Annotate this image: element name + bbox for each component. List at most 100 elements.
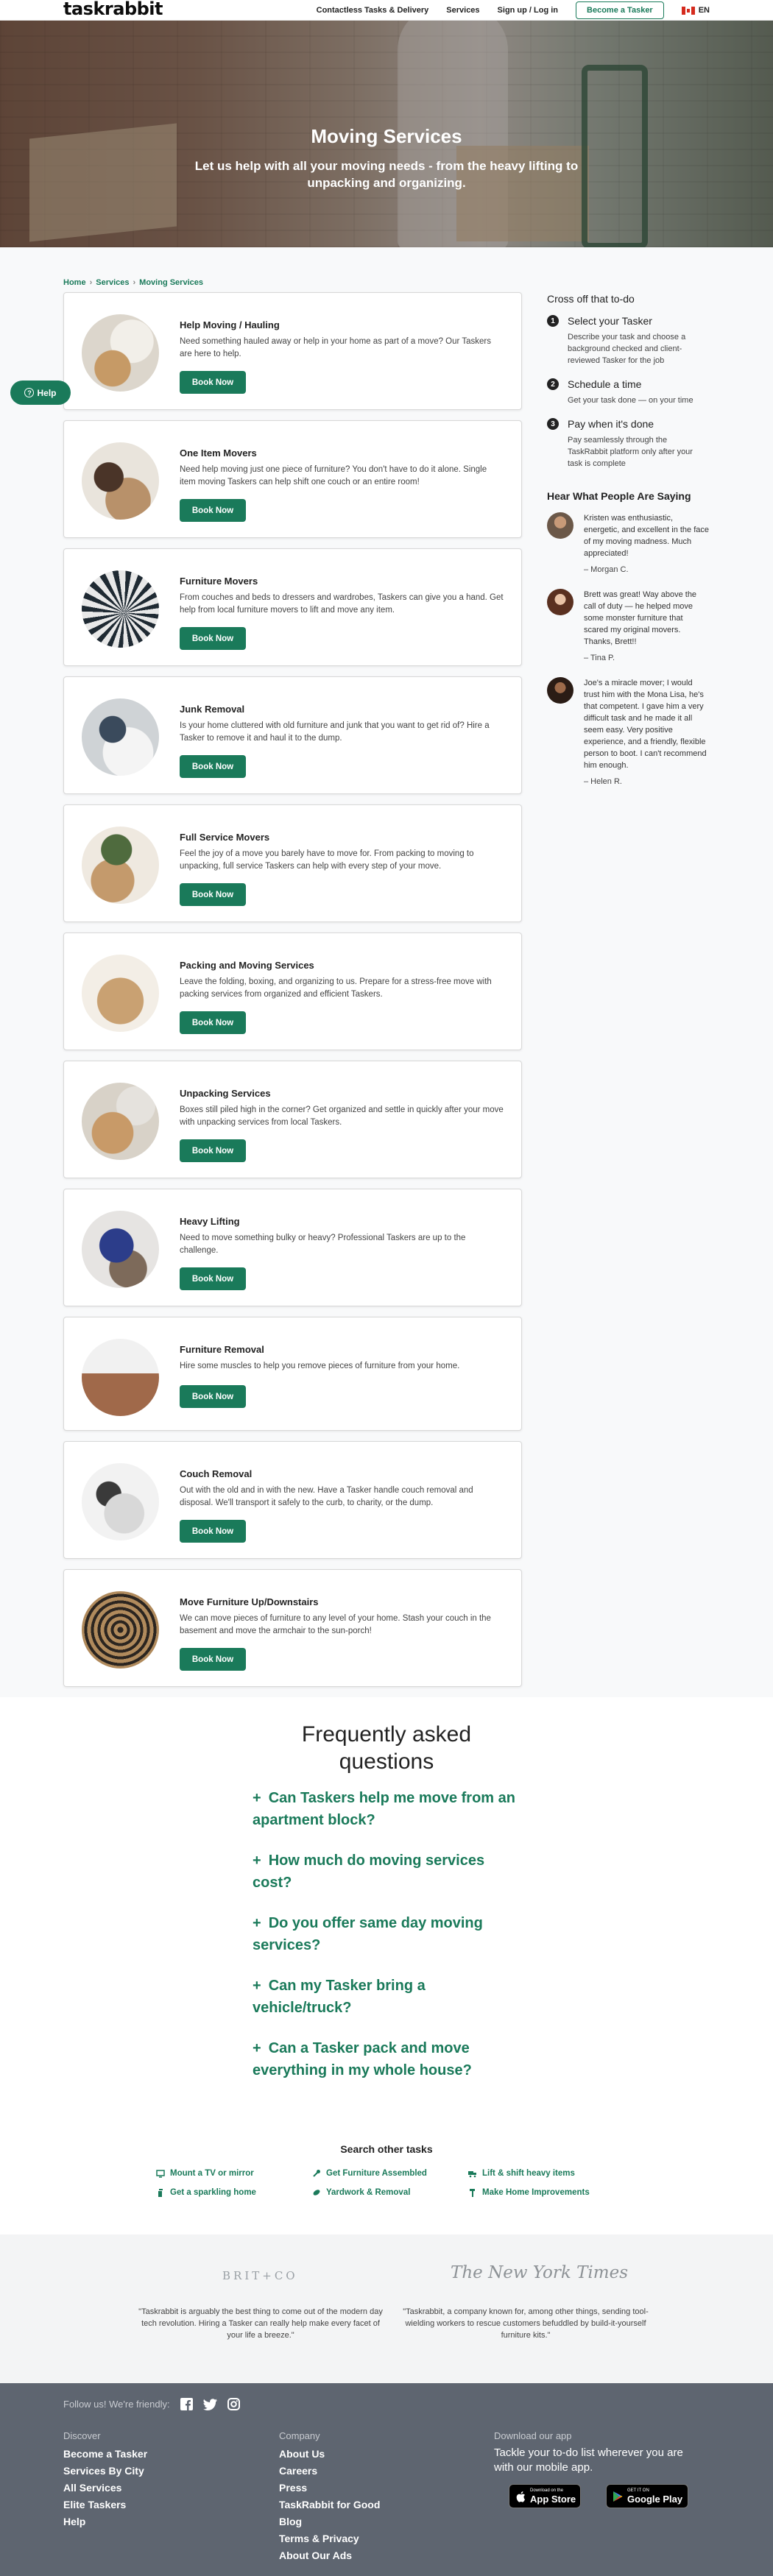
faq-item[interactable]: + How much do moving services cost?	[253, 1850, 518, 1894]
task-link-assembly[interactable]: Get Furniture Assembled	[312, 2169, 468, 2178]
footer-link[interactable]: About Us	[279, 2446, 380, 2463]
footer-company-title: Company	[279, 2430, 320, 2441]
footer-discover-title: Discover	[63, 2430, 101, 2441]
hero-subtitle: Let us help with all your moving needs -…	[194, 159, 579, 190]
service-description: Hire some muscles to help you remove pie…	[180, 1362, 460, 1370]
service-description: Boxes still piled high in the corner? Ge…	[180, 1105, 504, 1127]
wrench-icon	[313, 2170, 320, 2177]
footer-company: Company About Us Careers Press TaskRabbi…	[279, 2430, 380, 2564]
service-description: Feel the joy of a move you barely have t…	[180, 849, 474, 871]
faq-list: + Can Taskers help me move from an apartm…	[253, 1787, 518, 2100]
follow-label: Follow us! We're friendly:	[63, 2399, 170, 2410]
footer-discover: Discover Become a Tasker Services By Cit…	[63, 2430, 147, 2530]
service-image	[82, 955, 159, 1032]
avatar	[547, 512, 573, 539]
task-link-yard[interactable]: Yardwork & Removal	[312, 2188, 468, 2197]
review-text: Brett was great! Way above the call of d…	[584, 590, 697, 646]
footer-link[interactable]: Become a Tasker	[63, 2446, 147, 2463]
faq-item[interactable]: + Can a Tasker pack and move everything i…	[253, 2037, 518, 2081]
page-title: Moving Services	[311, 125, 462, 147]
footer-link[interactable]: TaskRabbit for Good	[279, 2497, 380, 2513]
service-title: Couch Removal	[180, 1468, 253, 1479]
nav-contactless[interactable]: Contactless Tasks & Delivery	[317, 6, 429, 15]
service-card: Unpacking Services Boxes still piled hig…	[63, 1061, 522, 1178]
book-now-button[interactable]: Book Now	[180, 1385, 246, 1408]
service-image	[82, 827, 159, 904]
taskrabbit-logo[interactable]: taskrabbit	[63, 0, 163, 19]
faq-item[interactable]: + Do you offer same day moving services?	[253, 1912, 518, 1956]
breadcrumb-home[interactable]: Home	[63, 278, 86, 287]
avatar	[547, 589, 573, 615]
locale-selector[interactable]: EN	[681, 6, 710, 15]
tv-icon	[156, 2170, 165, 2178]
book-now-button[interactable]: Book Now	[180, 499, 246, 522]
footer-link[interactable]: Elite Taskers	[63, 2497, 147, 2513]
review-text: Joe's a miracle mover; I would trust him…	[584, 679, 707, 770]
review-author: – Tina P.	[584, 654, 615, 662]
book-now-button[interactable]: Book Now	[180, 1520, 246, 1543]
task-link-improve[interactable]: Make Home Improvements	[468, 2188, 617, 2197]
book-now-button[interactable]: Book Now	[180, 1648, 246, 1671]
become-tasker-button[interactable]: Become a Tasker	[576, 1, 664, 19]
nyt-logo: The New York Times	[451, 2263, 629, 2282]
service-card: Heavy Lifting Need to move something bul…	[63, 1189, 522, 1306]
faq-question: Can a Tasker pack and move everything in…	[253, 2040, 472, 2078]
footer-link[interactable]: All Services	[63, 2480, 147, 2497]
app-store-label: App Store	[530, 2494, 576, 2505]
app-store-small: Download on the	[530, 2488, 564, 2493]
footer-link[interactable]: Blog	[279, 2513, 380, 2530]
book-now-button[interactable]: Book Now	[180, 1267, 246, 1290]
instagram-icon[interactable]	[227, 2398, 240, 2410]
service-description: Need help moving just one piece of furni…	[180, 465, 487, 486]
footer-link[interactable]: Press	[279, 2480, 380, 2497]
brit-co-logo: BRIT+CO	[222, 2269, 298, 2282]
task-link-clean[interactable]: Get a sparkling home	[156, 2188, 312, 2197]
book-now-button[interactable]: Book Now	[180, 755, 246, 778]
press-quote-nyt: "Taskrabbit, a company known for, among …	[403, 2307, 649, 2340]
book-now-button[interactable]: Book Now	[180, 1139, 246, 1162]
step-description: Get your task done — on your time	[568, 396, 693, 405]
service-image	[82, 1463, 159, 1540]
footer-link[interactable]: About Our Ads	[279, 2547, 380, 2564]
book-now-button[interactable]: Book Now	[180, 1011, 246, 1034]
twitter-icon[interactable]	[202, 2398, 217, 2410]
footer-link[interactable]: Careers	[279, 2463, 380, 2480]
service-title: Furniture Movers	[180, 576, 258, 587]
step-number: 3	[547, 418, 559, 430]
service-image	[82, 698, 159, 776]
nav-services[interactable]: Services	[446, 6, 479, 15]
app-store-button[interactable]: Download on the App Store	[509, 2484, 581, 2508]
reviews-title: Hear What People Are Saying	[547, 490, 691, 502]
service-card: Furniture Removal Hire some muscles to h…	[63, 1317, 522, 1431]
breadcrumb-current[interactable]: Moving Services	[139, 278, 203, 287]
service-title: Full Service Movers	[180, 832, 270, 843]
service-title: Furniture Removal	[180, 1344, 264, 1355]
faq-item[interactable]: + Can my Tasker bring a vehicle/truck?	[253, 1975, 518, 2019]
google-play-button[interactable]: GET IT ON Google Play	[606, 2484, 688, 2508]
service-title: Unpacking Services	[180, 1088, 271, 1099]
book-now-button[interactable]: Book Now	[180, 371, 246, 394]
facebook-icon[interactable]	[180, 2398, 193, 2410]
task-link-lift[interactable]: Lift & shift heavy items	[468, 2169, 617, 2178]
faq-title-text: Frequently asked questions	[301, 1722, 472, 1774]
service-description: From couches and beds to dressers and wa…	[180, 593, 504, 615]
step-description: Pay seamlessly through the TaskRabbit pl…	[568, 436, 693, 468]
hammer-icon	[470, 2189, 475, 2197]
help-button[interactable]: ? Help	[10, 381, 71, 405]
task-link-tv[interactable]: Mount a TV or mirror	[156, 2169, 312, 2178]
footer-link[interactable]: Terms & Privacy	[279, 2530, 380, 2547]
leaf-icon	[313, 2190, 320, 2195]
breadcrumb-services[interactable]: Services	[96, 278, 129, 287]
search-other-title: Search other tasks	[340, 2143, 433, 2155]
locale-label: EN	[698, 6, 710, 15]
book-now-button[interactable]: Book Now	[180, 883, 246, 906]
footer-link[interactable]: Services By City	[63, 2463, 147, 2480]
task-link-label: Make Home Improvements	[482, 2188, 590, 2197]
service-card: Packing and Moving Services Leave the fo…	[63, 933, 522, 1050]
footer-link[interactable]: Help	[63, 2513, 147, 2530]
nav-signup-login[interactable]: Sign up / Log in	[498, 6, 558, 15]
book-now-button[interactable]: Book Now	[180, 627, 246, 650]
faq-item[interactable]: + Can Taskers help me move from an apartm…	[253, 1787, 518, 1831]
faq-question: Can my Tasker bring a vehicle/truck?	[253, 1978, 426, 2016]
service-description: Is your home cluttered with old furnitur…	[180, 721, 490, 743]
